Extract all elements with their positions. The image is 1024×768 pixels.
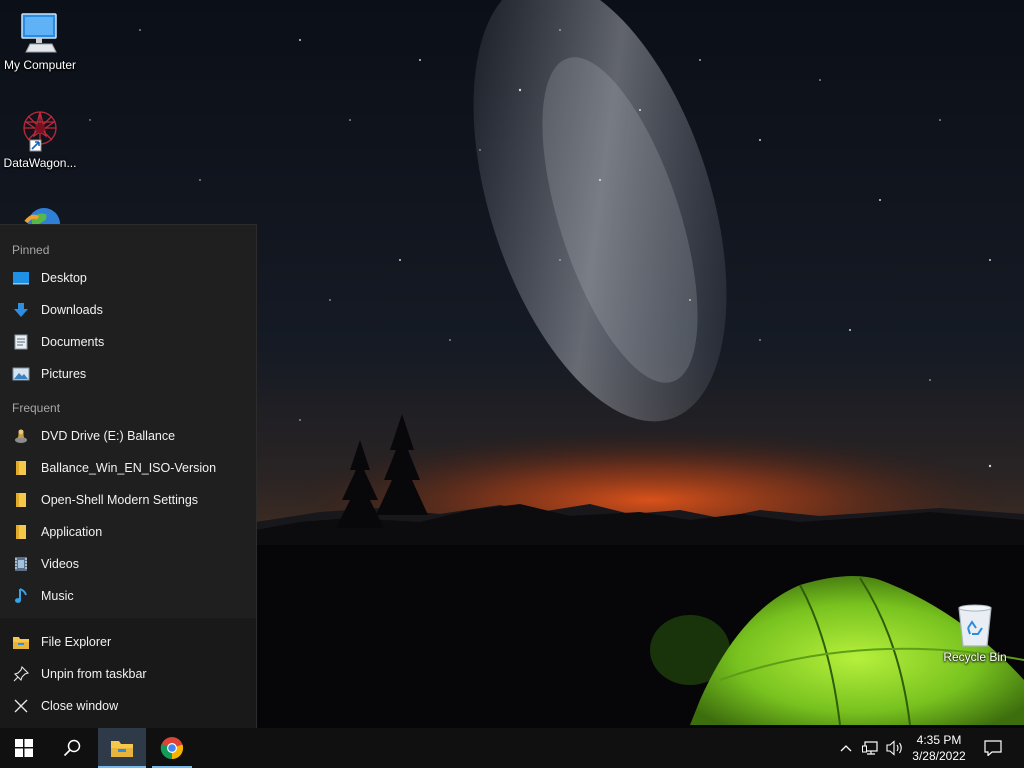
- jumplist-item-ballance-iso[interactable]: Ballance_Win_EN_ISO-Version: [0, 452, 256, 484]
- network-icon: [862, 741, 878, 755]
- taskbar-chrome-button[interactable]: [150, 728, 194, 768]
- frequent-header: Frequent: [12, 401, 61, 415]
- volume-icon: [886, 740, 902, 756]
- show-hidden-icons-button[interactable]: [836, 728, 856, 768]
- jumplist-actions: File Explorer Unpin from taskbar Close w…: [0, 618, 256, 729]
- jumplist-item-label: Music: [41, 589, 74, 603]
- desktop-icon-label: DataWagon...: [3, 156, 77, 170]
- jumplist-action-unpin[interactable]: Unpin from taskbar: [0, 658, 256, 690]
- jumplist-item-pictures[interactable]: Pictures: [0, 358, 256, 390]
- jumplist-item-label: File Explorer: [41, 635, 112, 649]
- action-center-button[interactable]: [976, 728, 1010, 768]
- jumplist-item-label: Videos: [41, 557, 79, 571]
- recycle-bin-icon: [958, 604, 992, 647]
- unpin-icon: [12, 665, 30, 683]
- jumplist-item-label: Downloads: [41, 303, 103, 317]
- jumplist-item-label: Ballance_Win_EN_ISO-Version: [41, 461, 217, 475]
- jumplist-item-documents[interactable]: Documents: [0, 326, 256, 358]
- clock-time: 4:35 PM: [916, 733, 962, 747]
- search-button[interactable]: [48, 728, 96, 768]
- file-explorer-icon: [111, 741, 133, 757]
- document-icon: [12, 333, 30, 351]
- folder-icon: [12, 459, 30, 477]
- jumplist-item-open-shell-settings[interactable]: Open-Shell Modern Settings: [0, 484, 256, 516]
- search-icon: [63, 739, 81, 757]
- music-note-icon: [12, 587, 30, 605]
- datawagon-icon: [23, 111, 57, 152]
- videos-icon: [12, 555, 30, 573]
- desktop-icon: [12, 269, 30, 287]
- start-icon: [15, 739, 33, 757]
- clock-date: 3/28/2022: [912, 749, 966, 763]
- jumplist-item-label: Application: [41, 525, 103, 539]
- volume-button[interactable]: [884, 728, 906, 768]
- notification-icon: [984, 740, 1002, 756]
- dvd-drive-icon: [12, 427, 30, 445]
- computer-icon: [21, 13, 57, 53]
- taskbar: 4:35 PM 3/28/2022: [0, 728, 1024, 768]
- desktop-icon-label: My Computer: [3, 58, 77, 72]
- desktop-icon-partial[interactable]: [24, 204, 64, 224]
- jumplist-item-label: Pictures: [41, 367, 87, 381]
- file-explorer-icon: [12, 633, 30, 651]
- start-button[interactable]: [0, 728, 48, 768]
- jumplist-item-label: Documents: [41, 335, 105, 349]
- jumplist-item-label: Unpin from taskbar: [41, 667, 147, 681]
- chrome-icon: [160, 737, 184, 760]
- jumplist-item-videos[interactable]: Videos: [0, 548, 256, 580]
- desktop-icon-datawagon[interactable]: DataWagon...: [0, 106, 80, 170]
- jumplist-action-file-explorer[interactable]: File Explorer: [0, 626, 256, 658]
- folder-icon: [12, 491, 30, 509]
- pinned-header: Pinned: [12, 243, 50, 257]
- pictures-icon: [12, 365, 30, 383]
- jumplist-item-label: Close window: [41, 699, 119, 713]
- jumplist-item-label: Open-Shell Modern Settings: [41, 493, 199, 507]
- desktop-icon-my-computer[interactable]: My Computer: [0, 8, 80, 72]
- jumplist-item-dvd-drive[interactable]: DVD Drive (E:) Ballance: [0, 420, 256, 452]
- taskbar-file-explorer-button[interactable]: [98, 728, 146, 768]
- taskbar-jump-list: Pinned Desktop Downloads Documents Pictu…: [0, 224, 257, 729]
- desktop-icon-recycle-bin[interactable]: Recycle Bin: [935, 602, 1015, 664]
- folder-icon: [12, 523, 30, 541]
- close-icon: [12, 697, 30, 715]
- jumplist-item-application[interactable]: Application: [0, 516, 256, 548]
- jumplist-item-downloads[interactable]: Downloads: [0, 294, 256, 326]
- globe-icon: [24, 208, 60, 224]
- jumplist-item-desktop[interactable]: Desktop: [0, 262, 256, 294]
- clock[interactable]: 4:35 PM 3/28/2022: [906, 728, 972, 768]
- chevron-up-icon: [840, 745, 852, 752]
- network-button[interactable]: [860, 728, 882, 768]
- jumplist-item-music[interactable]: Music: [0, 580, 256, 612]
- jumplist-item-label: Desktop: [41, 271, 87, 285]
- download-arrow-icon: [12, 301, 30, 319]
- jumplist-item-label: DVD Drive (E:) Ballance: [41, 429, 176, 443]
- desktop-icon-label: Recycle Bin: [943, 650, 1007, 664]
- jumplist-action-close-window[interactable]: Close window: [0, 690, 256, 722]
